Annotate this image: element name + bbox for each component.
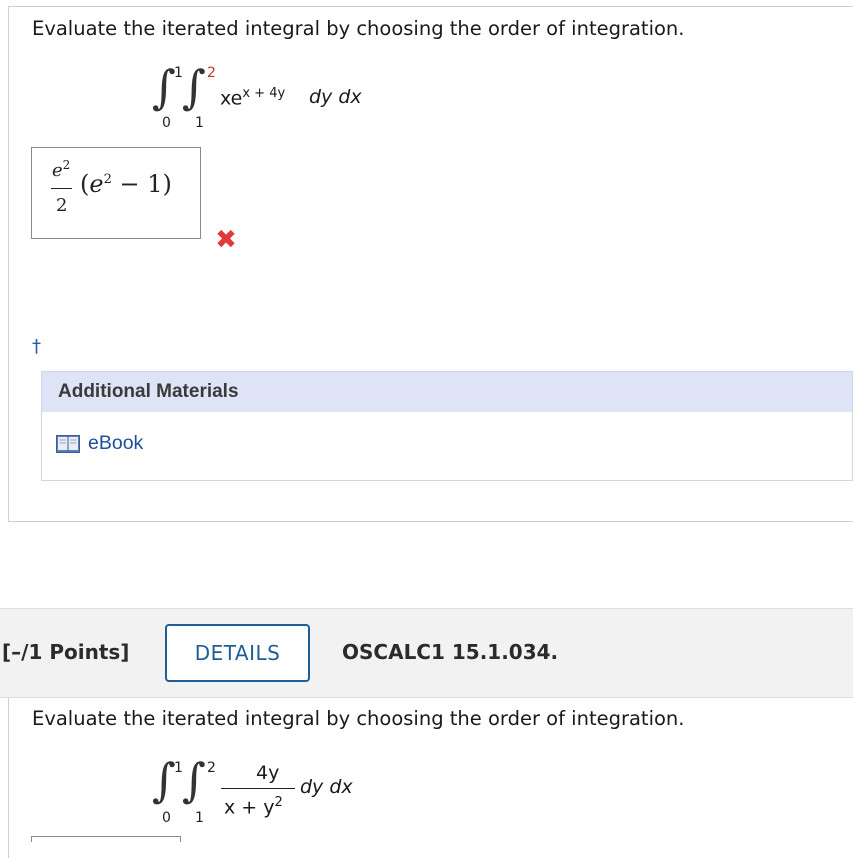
additional-materials-panel: Additional Materials eBook (41, 371, 853, 481)
ebook-label: eBook (88, 432, 144, 454)
details-button[interactable]: DETAILS (165, 624, 310, 682)
additional-materials-title: Additional Materials (58, 381, 239, 402)
answer-input[interactable]: e2 2 (e2 − 1) (31, 147, 201, 239)
outer-integral-sign: ∫ (152, 60, 176, 114)
inner-upper-limit-2: 2 (207, 760, 216, 776)
answer-parenthetical: (e2 − 1) (80, 170, 172, 198)
fraction-bar (51, 188, 72, 189)
answer-denominator: 2 (56, 195, 68, 216)
outer-lower-limit-2: 0 (162, 810, 171, 826)
book-icon (56, 435, 80, 453)
dagger-marker: † (32, 336, 41, 357)
integrand-numerator: 4y (256, 762, 280, 784)
outer-integral-sign-2: ∫ (152, 753, 176, 807)
inner-integral-sign: ∫ (182, 60, 206, 114)
integrand-denominator: x + y2 (224, 795, 283, 819)
inner-lower-limit-2: 1 (195, 810, 204, 826)
answer-numerator: e2 (52, 158, 71, 181)
question-2-prompt: Evaluate the iterated integral by choosi… (32, 707, 685, 730)
inner-upper-limit: 2 (207, 65, 216, 81)
question-1-prompt: Evaluate the iterated integral by choosi… (32, 17, 685, 40)
problem-id: OSCALC1 15.1.034. (342, 640, 559, 664)
integrand: xex + 4y (220, 86, 286, 110)
outer-lower-limit: 0 (162, 115, 171, 131)
answer-input-2[interactable] (31, 836, 181, 842)
points-label: [–/1 Points] (2, 640, 130, 664)
inner-integral-sign-2: ∫ (182, 753, 206, 807)
question-2-header: [–/1 Points] DETAILS OSCALC1 15.1.034. (0, 608, 853, 698)
differentials: dy dx (309, 86, 362, 108)
differentials-2: dy dx (300, 776, 353, 798)
integrand-fraction-bar (221, 788, 295, 789)
x-mark-icon: ✖ (215, 225, 237, 255)
additional-materials-header: Additional Materials (42, 372, 852, 412)
inner-lower-limit: 1 (195, 115, 204, 131)
